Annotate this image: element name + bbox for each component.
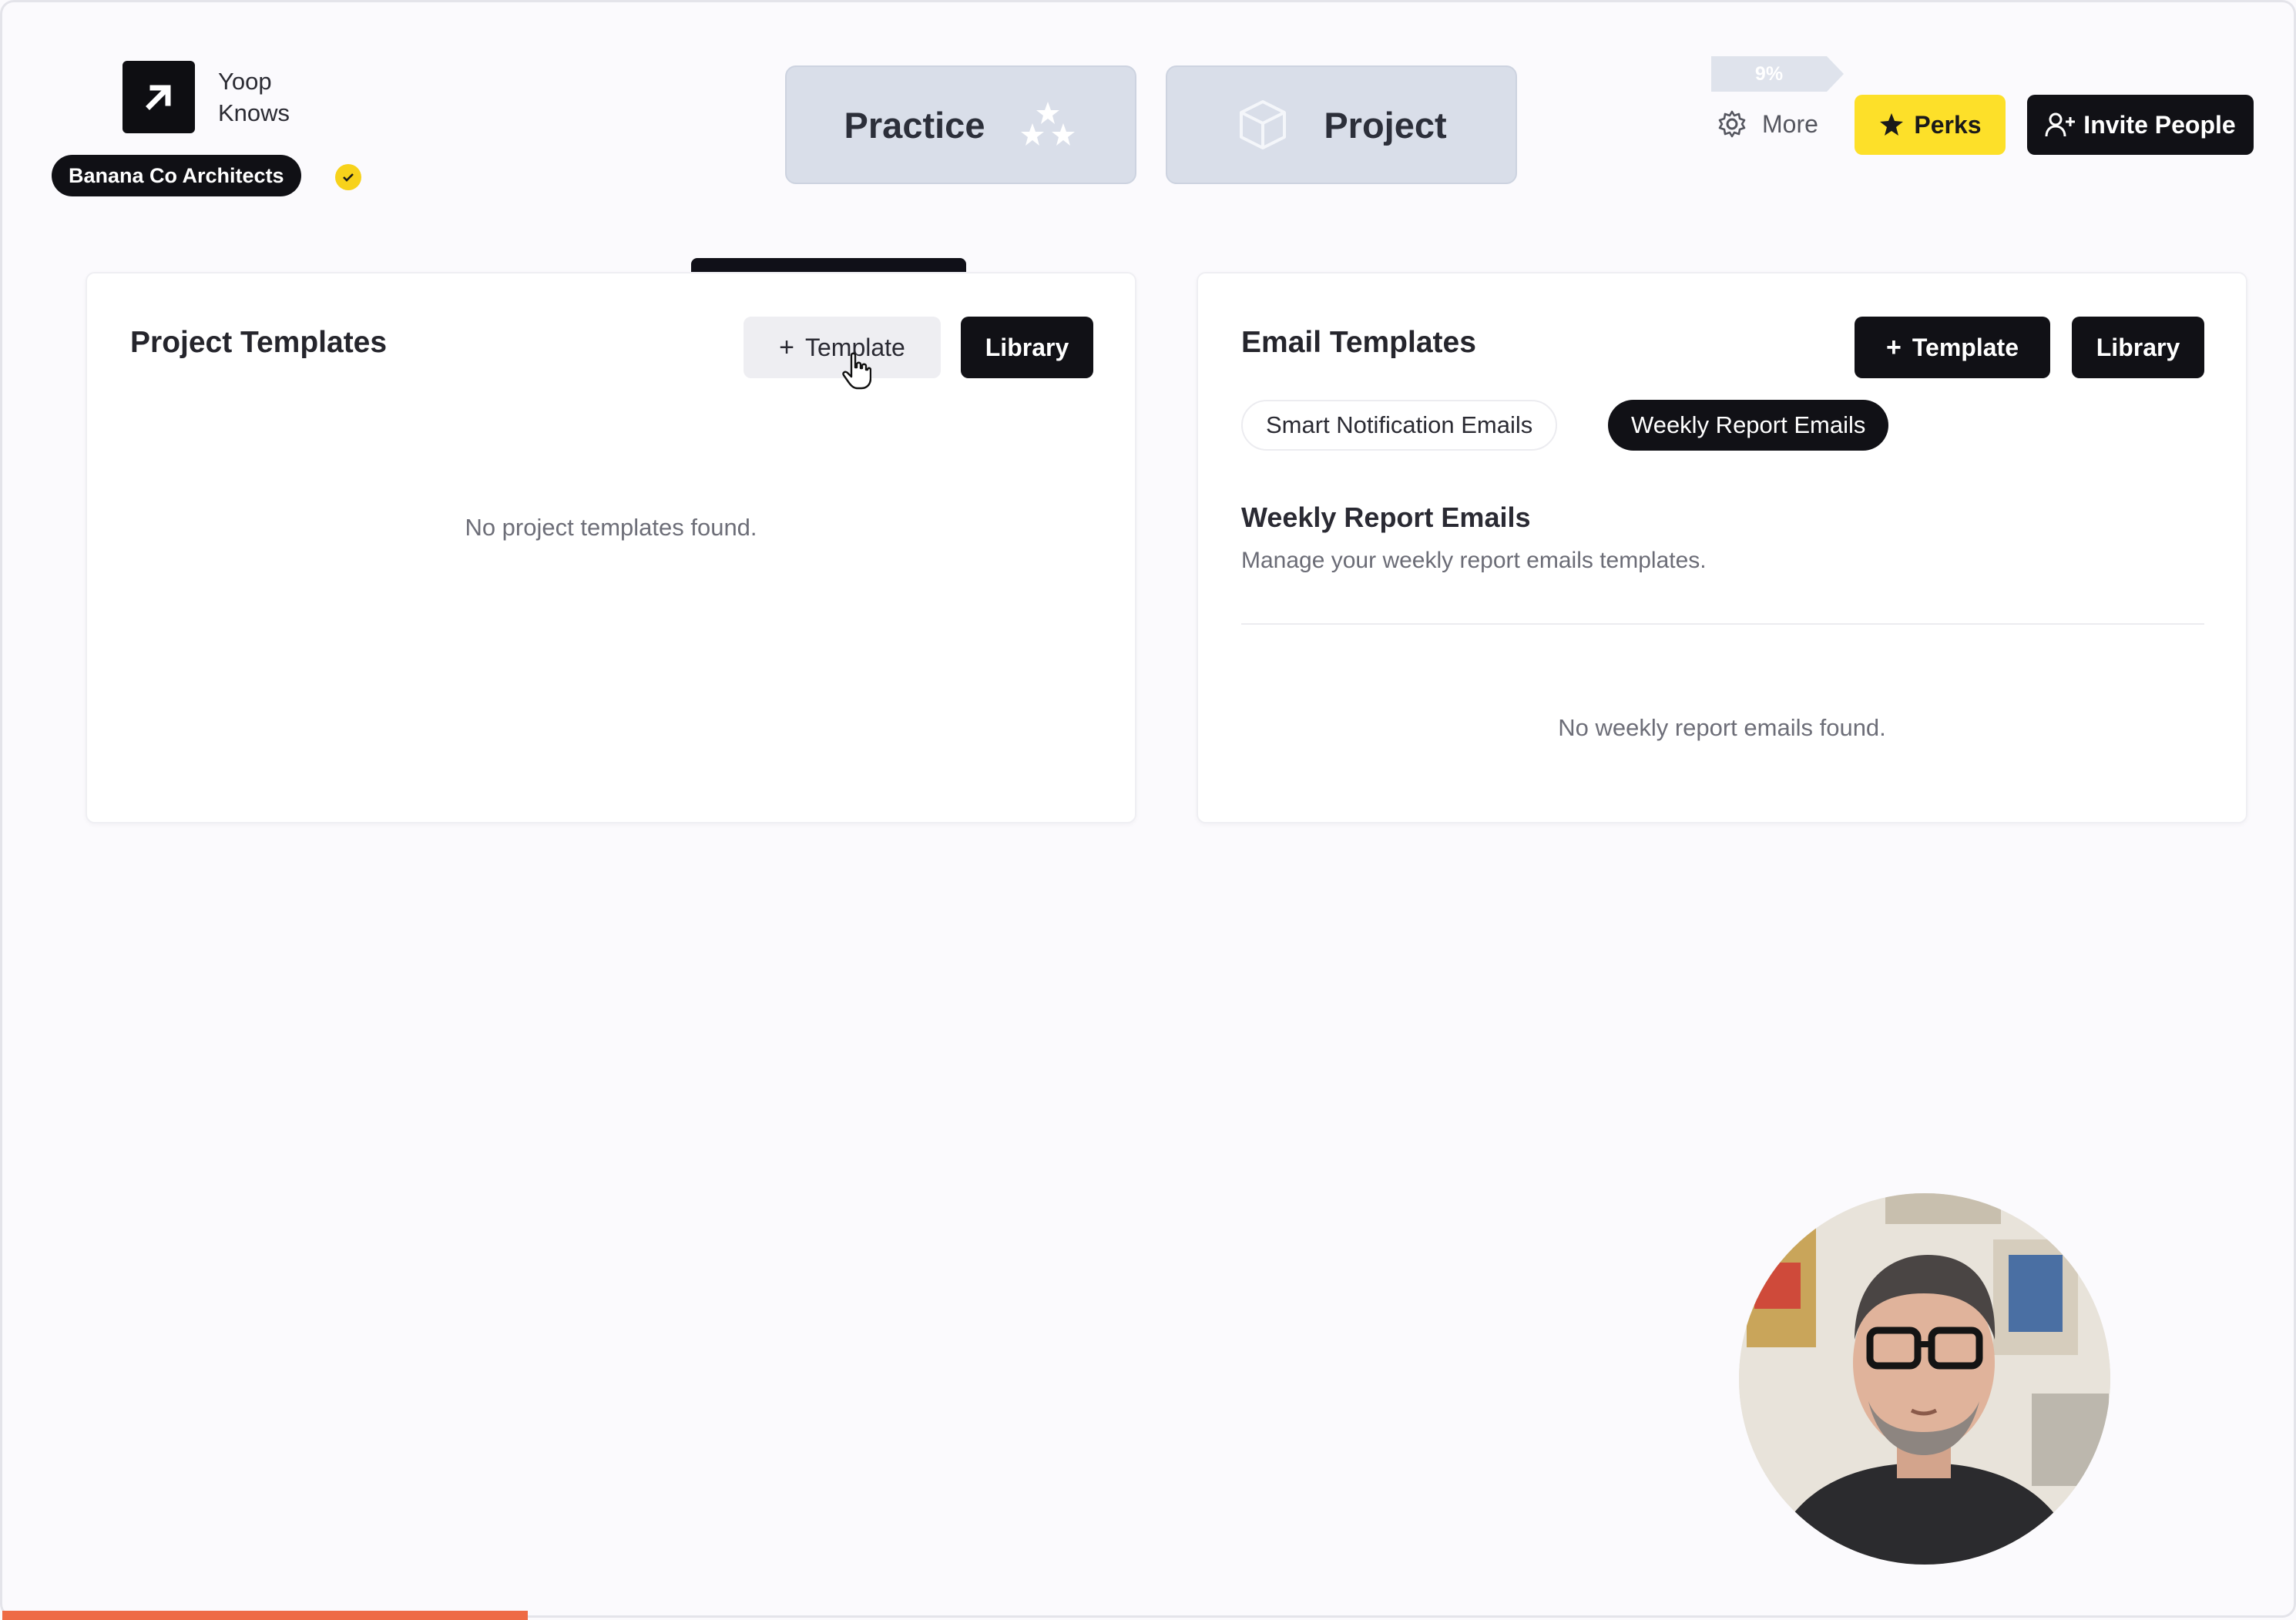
practice-mode-label: Practice: [844, 104, 985, 146]
cube-icon: [1240, 100, 1287, 149]
onboarding-progress-flag[interactable]: 9%: [1711, 56, 1844, 92]
project-templates-card: Project Templates + Template Library No …: [86, 272, 1136, 823]
stars-icon: [1021, 102, 1076, 146]
plus-icon: +: [1886, 332, 1902, 362]
section-subtitle: Manage your weekly report emails templat…: [1241, 548, 1707, 573]
brand-name: Yoop Knows: [218, 65, 290, 129]
perks-button[interactable]: Perks: [1855, 95, 2006, 155]
add-email-template-label: Template: [1912, 333, 2019, 361]
verified-check-icon: [335, 164, 361, 190]
invite-people-button[interactable]: Invite People: [2027, 95, 2254, 155]
logo[interactable]: [123, 61, 195, 133]
recording-progress-bar: [2, 1611, 528, 1620]
organization-badge[interactable]: Banana Co Architects: [52, 155, 301, 196]
tab-smart-notification-emails[interactable]: Smart Notification Emails: [1241, 400, 1558, 451]
plus-icon: +: [779, 332, 794, 362]
email-templates-title: Email Templates: [1241, 326, 1476, 359]
app-window: Yoop Knows Banana Co Architects Practice…: [0, 0, 2296, 1620]
gear-icon: [1718, 110, 1746, 138]
project-library-button[interactable]: Library: [961, 317, 1093, 378]
hand-cursor-icon: [842, 352, 871, 390]
more-button[interactable]: More: [1717, 101, 1818, 147]
email-library-button[interactable]: Library: [2072, 317, 2204, 378]
star-icon: [1880, 113, 1904, 136]
project-mode-button[interactable]: Project: [1166, 65, 1517, 184]
arrow-up-right-icon: [146, 85, 171, 110]
add-email-template-button[interactable]: + Template: [1855, 317, 2050, 378]
project-templates-empty-state: No project templates found.: [465, 514, 757, 541]
divider: [1241, 623, 2204, 625]
project-mode-label: Project: [1324, 104, 1447, 146]
invite-people-label: Invite People: [2083, 110, 2236, 139]
progress-percent: 9%: [1754, 62, 1784, 85]
brand-name-line2: Knows: [218, 99, 290, 126]
presenter-video[interactable]: [1739, 1193, 2110, 1565]
perks-label: Perks: [1914, 110, 1982, 139]
user-plus-icon: [2045, 112, 2076, 137]
presenter-avatar-illustration: [1739, 1193, 2110, 1565]
brand-name-line1: Yoop: [218, 68, 272, 95]
email-templates-card: Email Templates + Template Library Smart…: [1197, 272, 2247, 823]
more-label: More: [1762, 109, 1818, 138]
section-title: Weekly Report Emails: [1241, 501, 1531, 533]
weekly-report-empty-state: No weekly report emails found.: [1558, 714, 1886, 741]
tab-weekly-report-emails[interactable]: Weekly Report Emails: [1608, 400, 1889, 451]
project-templates-title: Project Templates: [130, 326, 388, 359]
practice-mode-button[interactable]: Practice: [785, 65, 1136, 184]
